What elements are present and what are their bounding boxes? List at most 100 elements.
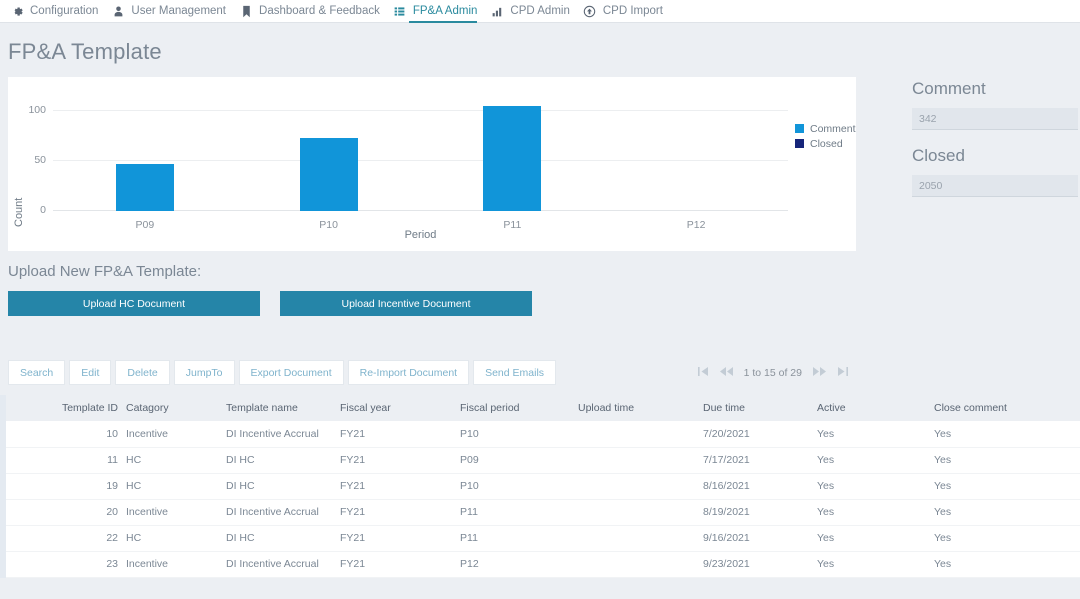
column-header-fiscal-year[interactable]: Fiscal year — [340, 395, 460, 421]
chart-bar-slot: P11 — [421, 91, 605, 231]
cell-close-comment: Yes — [934, 499, 1080, 526]
nav-item-configuration[interactable]: Configuration — [8, 0, 109, 23]
upload-button-row: Upload HC Document Upload Incentive Docu… — [8, 291, 856, 316]
cell-upload-time — [578, 447, 703, 474]
jumpto-button[interactable]: JumpTo — [173, 360, 235, 385]
upload-circle-icon — [583, 4, 597, 18]
nav-item-fp-a-admin[interactable]: FP&A Admin — [391, 0, 489, 23]
cell-name: DI Incentive Accrual — [226, 421, 340, 448]
table-body: 10 Incentive DI Incentive Accrual FY21 P10 7/… — [6, 421, 1080, 578]
table-row[interactable]: 10 Incentive DI Incentive Accrual FY21 P10 7/… — [6, 421, 1080, 448]
chart-x-axis-label: Period — [404, 229, 437, 241]
chart-legend: Comment Closed — [795, 121, 857, 151]
cell-name: DI HC — [226, 447, 340, 474]
chart-y-axis-label: Count — [13, 197, 25, 227]
pagination-first-icon[interactable] — [697, 366, 709, 379]
cell-id: 11 — [6, 447, 126, 474]
column-header-active[interactable]: Active — [817, 395, 934, 421]
column-header-upload-time[interactable]: Upload time — [578, 395, 703, 421]
chart-legend-swatch — [795, 139, 804, 148]
table-row[interactable]: 23 Incentive DI Incentive Accrual FY21 P12 9/… — [6, 551, 1080, 578]
chart-inner: Count 0 50 100 P09 P10 P11 P12 Period Comment C… — [8, 77, 856, 251]
page-body: Count 0 50 100 P09 P10 P11 P12 Period Comment C… — [0, 65, 1080, 385]
cell-fiscal-year: FY21 — [340, 525, 460, 552]
chart-legend-item[interactable]: Comment — [795, 121, 857, 136]
chart-bar[interactable] — [115, 164, 174, 211]
upload-incentive-document-button[interactable]: Upload Incentive Document — [280, 291, 532, 316]
page-title: FP&A Template — [8, 39, 162, 64]
cell-upload-time — [578, 421, 703, 448]
cell-name: DI HC — [226, 525, 340, 552]
upload-hc-document-button[interactable]: Upload HC Document — [8, 291, 260, 316]
chart-bars: P09 P10 P11 P12 — [53, 91, 788, 231]
cell-name: DI Incentive Accrual — [226, 499, 340, 526]
table-row[interactable]: 22 HC DI HC FY21 P11 9/16/2021 Yes Yes — [6, 525, 1080, 552]
search-button[interactable]: Search — [8, 360, 66, 385]
edit-button[interactable]: Edit — [69, 360, 112, 385]
column-header-close-comment[interactable]: Close comment — [934, 395, 1080, 421]
chart-bar[interactable] — [483, 106, 542, 211]
chart-legend-item[interactable]: Closed — [795, 136, 857, 151]
pagination-last-icon[interactable] — [837, 366, 848, 379]
column-header-category[interactable]: Catagory — [126, 395, 226, 421]
delete-button[interactable]: Delete — [115, 360, 170, 385]
chart-bar-slot: P09 — [53, 91, 237, 231]
column-header-id[interactable]: Template ID — [6, 395, 126, 421]
cell-id: 22 — [6, 525, 126, 552]
table-row[interactable]: 20 Incentive DI Incentive Accrual FY21 P11 8/… — [6, 499, 1080, 526]
grid-toolbar-row: Search Edit Delete JumpTo Export Document Re-… — [8, 360, 856, 385]
closed-field-label: Closed — [912, 146, 965, 165]
nav-item-dashboard-feedback[interactable]: Dashboard & Feedback — [237, 0, 391, 23]
nav-item-label: User Management — [131, 5, 227, 17]
chart-bar[interactable] — [299, 138, 358, 211]
cell-close-comment: Yes — [934, 473, 1080, 500]
cell-fiscal-year: FY21 — [340, 447, 460, 474]
comment-field-label: Comment — [912, 79, 986, 98]
grid-toolbar: Search Edit Delete JumpTo Export Document Re-… — [8, 360, 557, 385]
nav-item-cpd-import[interactable]: CPD Import — [581, 0, 674, 23]
send-emails-button[interactable]: Send Emails — [473, 360, 557, 385]
cell-fiscal-year: FY21 — [340, 551, 460, 578]
cell-fiscal-year: FY21 — [340, 473, 460, 500]
cell-fiscal-period: P10 — [460, 473, 578, 500]
cell-fiscal-period: P11 — [460, 525, 578, 552]
table-header: Template ID Catagory Template name Fiscal y… — [6, 395, 1080, 421]
cell-name: DI Incentive Accrual — [226, 551, 340, 578]
pagination-previous-icon[interactable] — [719, 366, 733, 379]
list-icon — [393, 4, 407, 18]
table-header-row: Template ID Catagory Template name Fiscal y… — [6, 395, 1080, 421]
column-header-fiscal-period[interactable]: Fiscal period — [460, 395, 578, 421]
cell-id: 20 — [6, 499, 126, 526]
pagination-next-icon[interactable] — [813, 366, 826, 379]
main-navigation: Configuration User Management Dashboard & … — [0, 0, 1080, 23]
re-import-document-button[interactable]: Re-Import Document — [347, 360, 470, 385]
nav-item-label: Configuration — [30, 5, 99, 17]
chart-legend-swatch — [795, 124, 804, 133]
table-row[interactable]: 11 HC DI HC FY21 P09 7/17/2021 Yes Yes — [6, 447, 1080, 474]
cell-fiscal-year: FY21 — [340, 499, 460, 526]
table-row[interactable]: 19 HC DI HC FY21 P10 8/16/2021 Yes Yes — [6, 473, 1080, 500]
column-header-name[interactable]: Template name — [226, 395, 340, 421]
upload-section-heading: Upload New FP&A Template: — [8, 263, 202, 280]
cell-category: Incentive — [126, 421, 226, 448]
period-count-chart: Count 0 50 100 P09 P10 P11 P12 Period Comment C… — [8, 77, 856, 251]
nav-item-cpd-admin[interactable]: CPD Admin — [488, 0, 580, 23]
cell-due-time: 7/20/2021 — [703, 421, 817, 448]
nav-item-user-management[interactable]: User Management — [109, 0, 237, 23]
cell-due-time: 9/16/2021 — [703, 525, 817, 552]
cell-close-comment: Yes — [934, 421, 1080, 448]
comment-count-field[interactable] — [912, 108, 1078, 130]
cell-fiscal-period: P09 — [460, 447, 578, 474]
column-header-due-time[interactable]: Due time — [703, 395, 817, 421]
export-document-button[interactable]: Export Document — [238, 360, 344, 385]
pagination-range-text: 1 to 15 of 29 — [743, 366, 802, 379]
cell-fiscal-year: FY21 — [340, 421, 460, 448]
cell-id: 19 — [6, 473, 126, 500]
nav-item-label: Dashboard & Feedback — [259, 5, 380, 17]
chart-legend-label: Closed — [810, 137, 843, 150]
chart-y-tick: 0 — [40, 204, 46, 216]
closed-count-field[interactable] — [912, 175, 1078, 197]
cell-close-comment: Yes — [934, 525, 1080, 552]
cell-upload-time — [578, 551, 703, 578]
chart-plot-area: 0 50 100 P09 P10 P11 P12 — [28, 91, 788, 231]
